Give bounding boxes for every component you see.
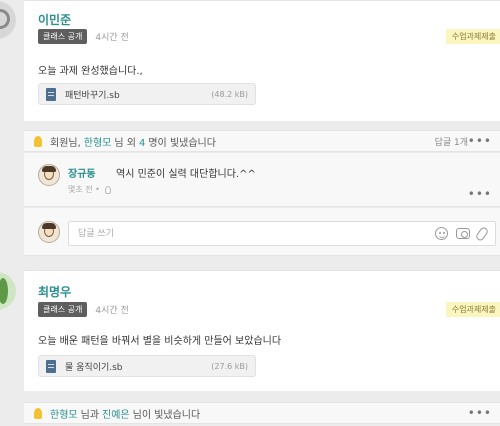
likes-suffix: 명이 빛냈습니다 — [148, 137, 216, 149]
more-dots-icon[interactable]: ••• — [468, 134, 492, 148]
liker-name[interactable]: 진예은 — [102, 410, 130, 421]
post-body: 오늘 과제 완성했습니다., — [38, 66, 143, 77]
commenter-name[interactable]: 장규동 — [68, 165, 96, 180]
post-tag[interactable]: 수업과제제출 — [445, 29, 500, 44]
post-meta: 클래스 공개 4시간 전 — [38, 302, 129, 317]
post-meta: 클래스 공개 4시간 전 — [38, 29, 129, 44]
liker-name[interactable]: 한형모 — [84, 138, 112, 149]
reply-composer — [24, 208, 500, 256]
file-name: 패턴바꾸기.sb — [65, 90, 120, 101]
likes-bar: 회원님, 한형모 님 외 4 명이 빛냈습니다 답글 1개 ••• — [24, 130, 500, 152]
likes-suffix: 님이 빛냈습니다 — [132, 409, 201, 421]
liker-name[interactable]: 한형모 — [50, 410, 78, 421]
post2-author-avatar[interactable] — [0, 272, 16, 310]
file-size: (27.6 kB) — [211, 361, 248, 371]
attachment-file[interactable]: 패턴바꾸기.sb (48.2 kB) — [38, 83, 256, 105]
post-author[interactable]: 최명우 — [38, 283, 71, 300]
file-icon — [46, 87, 56, 101]
comment-time: 몇초 전 • — [68, 185, 100, 194]
post-tag[interactable]: 수업과제제출 — [445, 302, 500, 317]
post-time: 4시간 전 — [95, 306, 129, 316]
likes-middle: 님 외 — [114, 137, 136, 149]
camera-icon[interactable] — [456, 228, 470, 239]
file-size: (48.2 kB) — [211, 89, 248, 99]
likes-middle: 님과 — [80, 409, 100, 421]
post-author[interactable]: 이민준 — [38, 11, 71, 28]
post-card: 최명우 클래스 공개 4시간 전 수업과제제출 오늘 배운 패턴을 바꿔서 별을… — [24, 270, 500, 391]
comment-item: 장규동 역시 민준이 실력 대단합니다.^^ 몇초 전 • ••• — [24, 153, 500, 207]
comment-meta: 몇초 전 • — [68, 184, 111, 195]
emoji-icon[interactable] — [435, 227, 448, 240]
visibility-badge: 클래스 공개 — [38, 302, 88, 317]
attachment-file[interactable]: 물 움직이기.sb (27.6 kB) — [38, 355, 256, 377]
comment-text: 역시 민준이 실력 대단합니다.^^ — [116, 169, 256, 180]
likes-text: 한형모 님과 진예은 님이 빛냈습니다 — [50, 406, 203, 421]
lightbulb-icon[interactable] — [34, 135, 42, 147]
post1-author-avatar[interactable] — [0, 1, 16, 39]
post-time: 4시간 전 — [95, 33, 129, 43]
more-dots-icon[interactable]: ••• — [468, 406, 492, 420]
commenter-avatar[interactable] — [38, 164, 60, 186]
composer-tools — [435, 225, 490, 243]
file-icon — [46, 359, 56, 373]
reply-count[interactable]: 답글 1개 — [435, 135, 468, 148]
my-avatar — [38, 221, 60, 243]
likes-prefix: 회원님, — [50, 137, 81, 149]
post-card: 이민준 클래스 공개 4시간 전 수업과제제출 오늘 과제 완성했습니다., 패… — [24, 0, 500, 121]
file-name: 물 움직이기.sb — [65, 362, 123, 373]
post-body: 오늘 배운 패턴을 바꿔서 별을 비슷하게 만들어 보았습니다 — [38, 336, 282, 347]
likes-bar: 한형모 님과 진예은 님이 빛냈습니다 ••• — [24, 402, 500, 424]
visibility-badge: 클래스 공개 — [38, 29, 88, 44]
comment-more-dots-icon[interactable]: ••• — [468, 187, 492, 201]
likes-text: 회원님, 한형모 님 외 4 명이 빛냈습니다 — [50, 134, 219, 149]
reply-input[interactable] — [68, 221, 496, 246]
lightbulb-icon[interactable] — [34, 407, 42, 419]
comment-lightbulb-icon[interactable] — [104, 185, 111, 194]
likes-count[interactable]: 4 — [139, 138, 145, 149]
